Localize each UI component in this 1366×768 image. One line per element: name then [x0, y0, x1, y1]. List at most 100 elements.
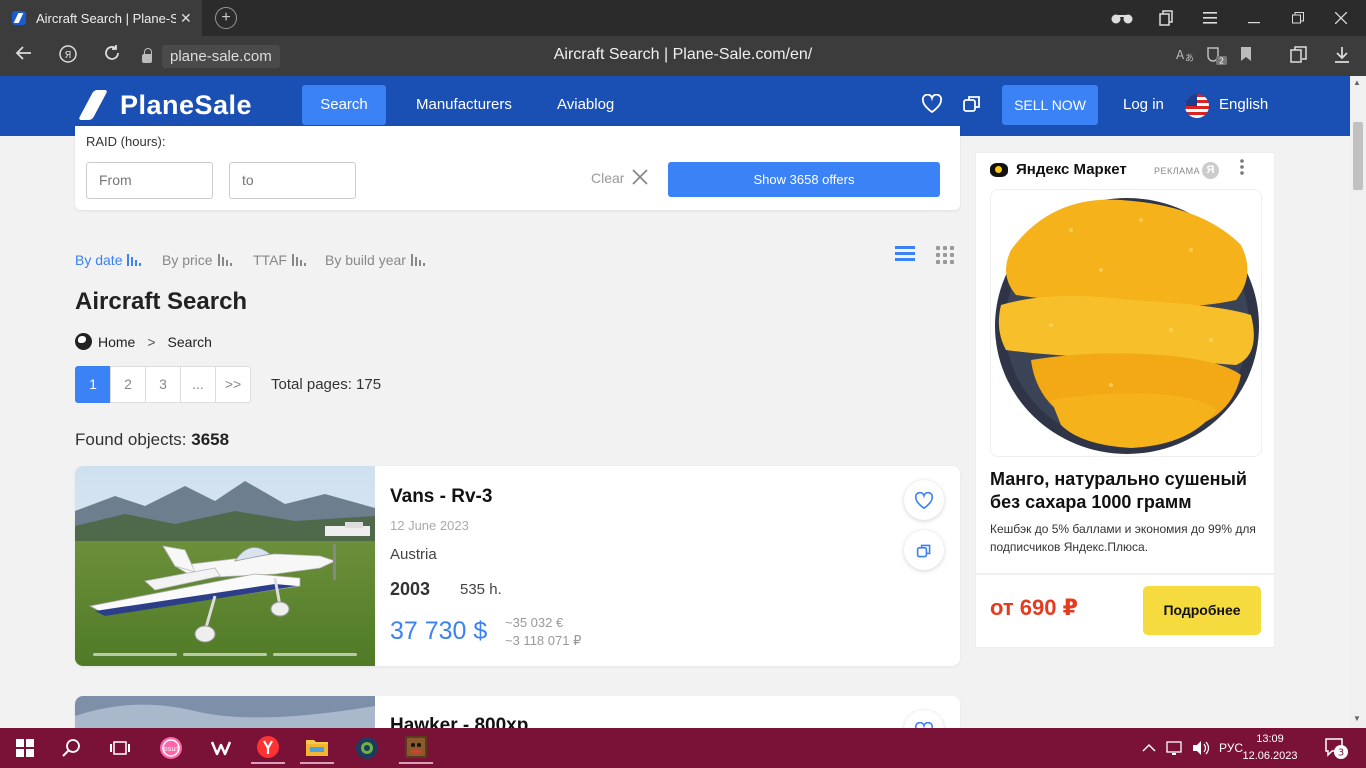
nav-aviablog[interactable]: Aviablog	[537, 85, 634, 125]
restore-window-icon[interactable]	[1292, 0, 1304, 36]
ad-details-button[interactable]: Подробнее	[1143, 586, 1261, 635]
raid-to-input[interactable]: to	[229, 162, 356, 199]
login-link[interactable]: Log in	[1123, 96, 1164, 113]
scroll-thumb[interactable]	[1353, 122, 1363, 190]
page-title-center: Aircraft Search | Plane-Sale.com/en/	[553, 46, 813, 63]
listing-title[interactable]: Vans - Rv-3	[390, 486, 492, 508]
logo-text: PlaneSale	[120, 89, 253, 120]
sort-bars-icon	[127, 254, 143, 266]
heart-icon	[914, 491, 934, 510]
listing-hours: 535 h.	[460, 581, 502, 598]
page-ellipsis[interactable]: ...	[180, 366, 216, 403]
listing-year: 2003	[390, 579, 431, 599]
sell-now-button[interactable]: SELL NOW	[1002, 85, 1098, 125]
found-count: 3658	[191, 430, 230, 449]
system-clock[interactable]: 13:09 12.06.2023	[1240, 731, 1300, 765]
windows-taskbar: osu! РУС 13:09 12.06.2023 3	[0, 728, 1366, 768]
listing-date: 12 June 2023	[390, 518, 469, 533]
ad-price: от 690 ₽	[990, 595, 1078, 620]
site-favicon-icon	[12, 11, 26, 25]
sort-ttaf[interactable]: TTAF	[253, 252, 308, 268]
tab-close-icon[interactable]: ✕	[180, 10, 192, 27]
new-tab-button[interactable]: +	[215, 7, 237, 29]
total-pages: Total pages: 175	[271, 376, 382, 393]
sort-by-date[interactable]: By date	[75, 252, 143, 268]
show-hidden-icons[interactable]	[1142, 728, 1156, 768]
scroll-up-icon[interactable]: ▲	[1353, 78, 1361, 87]
add-compare-button[interactable]	[904, 530, 944, 570]
planesale-logo-icon	[78, 88, 112, 122]
scroll-down-icon[interactable]: ▼	[1353, 714, 1361, 723]
listing-price-conversions: ~35 032 € ~3 118 071 ₽	[505, 614, 581, 650]
add-favorite-button[interactable]	[904, 480, 944, 520]
us-flag-icon[interactable]	[1185, 94, 1209, 118]
page-scrollbar[interactable]: ▲ ▼	[1350, 76, 1366, 728]
clear-x-icon[interactable]	[631, 166, 649, 192]
show-offers-button[interactable]: Show 3658 offers	[668, 162, 940, 197]
browser-menu-icon[interactable]	[1203, 0, 1217, 36]
raid-from-input[interactable]: From	[86, 162, 213, 199]
price-rub: ~3 118 071 ₽	[505, 633, 582, 648]
yandex-browser-icon[interactable]	[251, 732, 285, 764]
listing-country: Austria	[390, 546, 437, 563]
aircraft-photo[interactable]	[75, 466, 375, 666]
breadcrumb-home[interactable]: Home	[98, 334, 135, 350]
ad-product-image[interactable]	[990, 189, 1262, 457]
page-next-button[interactable]: >>	[215, 366, 251, 403]
listing-card[interactable]: Vans - Rv-3 12 June 2023 Austria 2003 53…	[75, 466, 960, 666]
clear-filter-button[interactable]: Clear	[591, 170, 624, 186]
incognito-glasses-icon[interactable]	[1110, 0, 1134, 36]
ad-divider	[976, 573, 1274, 575]
filter-panel: RAID (hours): From to Clear Show 3658 of…	[75, 126, 960, 210]
game-app-icon[interactable]	[399, 732, 433, 764]
nav-manufacturers[interactable]: Manufacturers	[396, 85, 532, 125]
osu-app-icon[interactable]: osu!	[154, 732, 188, 764]
steam-like-app-icon[interactable]	[350, 732, 384, 764]
compare-icon[interactable]	[962, 94, 982, 120]
vk-app-icon[interactable]	[204, 732, 238, 764]
price-eur: ~35 032 €	[505, 615, 564, 630]
ad-menu-icon[interactable]	[1240, 159, 1244, 180]
sort-by-build-year-label: By build year	[325, 252, 406, 268]
compare-icon	[916, 544, 931, 558]
svg-text:osu!: osu!	[163, 745, 178, 753]
sort-bars-icon	[217, 254, 234, 266]
list-view-icon[interactable]	[895, 246, 915, 264]
page-heading: Aircraft Search	[75, 288, 248, 315]
yandex-market-logo-icon	[990, 162, 1008, 177]
search-icon[interactable]	[55, 732, 89, 764]
sort-by-build-year[interactable]: By build year	[325, 252, 427, 268]
gallery-dots[interactable]	[93, 653, 357, 656]
ad-brand: Яндекс Маркет	[990, 161, 1127, 178]
page-1-button[interactable]: 1	[75, 366, 111, 403]
task-view-icon[interactable]	[103, 732, 137, 764]
minimize-window-icon[interactable]	[1248, 0, 1260, 36]
browser-tabbar: Aircraft Search | Plane-Sale.com/en/ ✕ +	[0, 0, 1366, 36]
notifications-icon[interactable]: 3	[1324, 728, 1350, 768]
listing-price: 37 730 $	[390, 617, 488, 645]
browser-tab[interactable]: Aircraft Search | Plane-Sale.com/en/ ✕	[0, 0, 202, 36]
nav-search[interactable]: Search	[302, 85, 386, 125]
network-icon[interactable]	[1166, 728, 1184, 768]
ad-title[interactable]: Манго, натурально сушеный без сахара 100…	[990, 468, 1265, 514]
planesale-logo[interactable]: PlaneSale	[78, 88, 252, 122]
pagination: 1 2 3 ... >>	[75, 366, 251, 403]
close-window-icon[interactable]	[1335, 0, 1347, 36]
ad-label: РЕКЛАМА	[1154, 166, 1201, 176]
favorites-heart-icon[interactable]	[921, 93, 943, 120]
clock-time: 13:09	[1256, 733, 1284, 745]
sort-bars-icon	[410, 254, 427, 266]
language-selector[interactable]: English	[1219, 96, 1268, 113]
breadcrumb-separator: >	[147, 333, 156, 350]
collections-icon[interactable]	[1159, 0, 1173, 36]
page-3-button[interactable]: 3	[145, 366, 181, 403]
grid-view-icon[interactable]	[936, 246, 954, 264]
windows-start-icon[interactable]	[8, 732, 42, 764]
volume-icon[interactable]	[1192, 728, 1210, 768]
page-2-button[interactable]: 2	[110, 366, 146, 403]
yandex-market-ad[interactable]: Яндекс Маркет РЕКЛАМА Я Манго, натуральн…	[975, 152, 1275, 648]
breadcrumb: Home > Search	[75, 333, 212, 350]
file-explorer-icon[interactable]	[300, 732, 334, 764]
sort-by-price[interactable]: By price	[162, 252, 234, 268]
sort-by-date-label: By date	[75, 252, 123, 268]
